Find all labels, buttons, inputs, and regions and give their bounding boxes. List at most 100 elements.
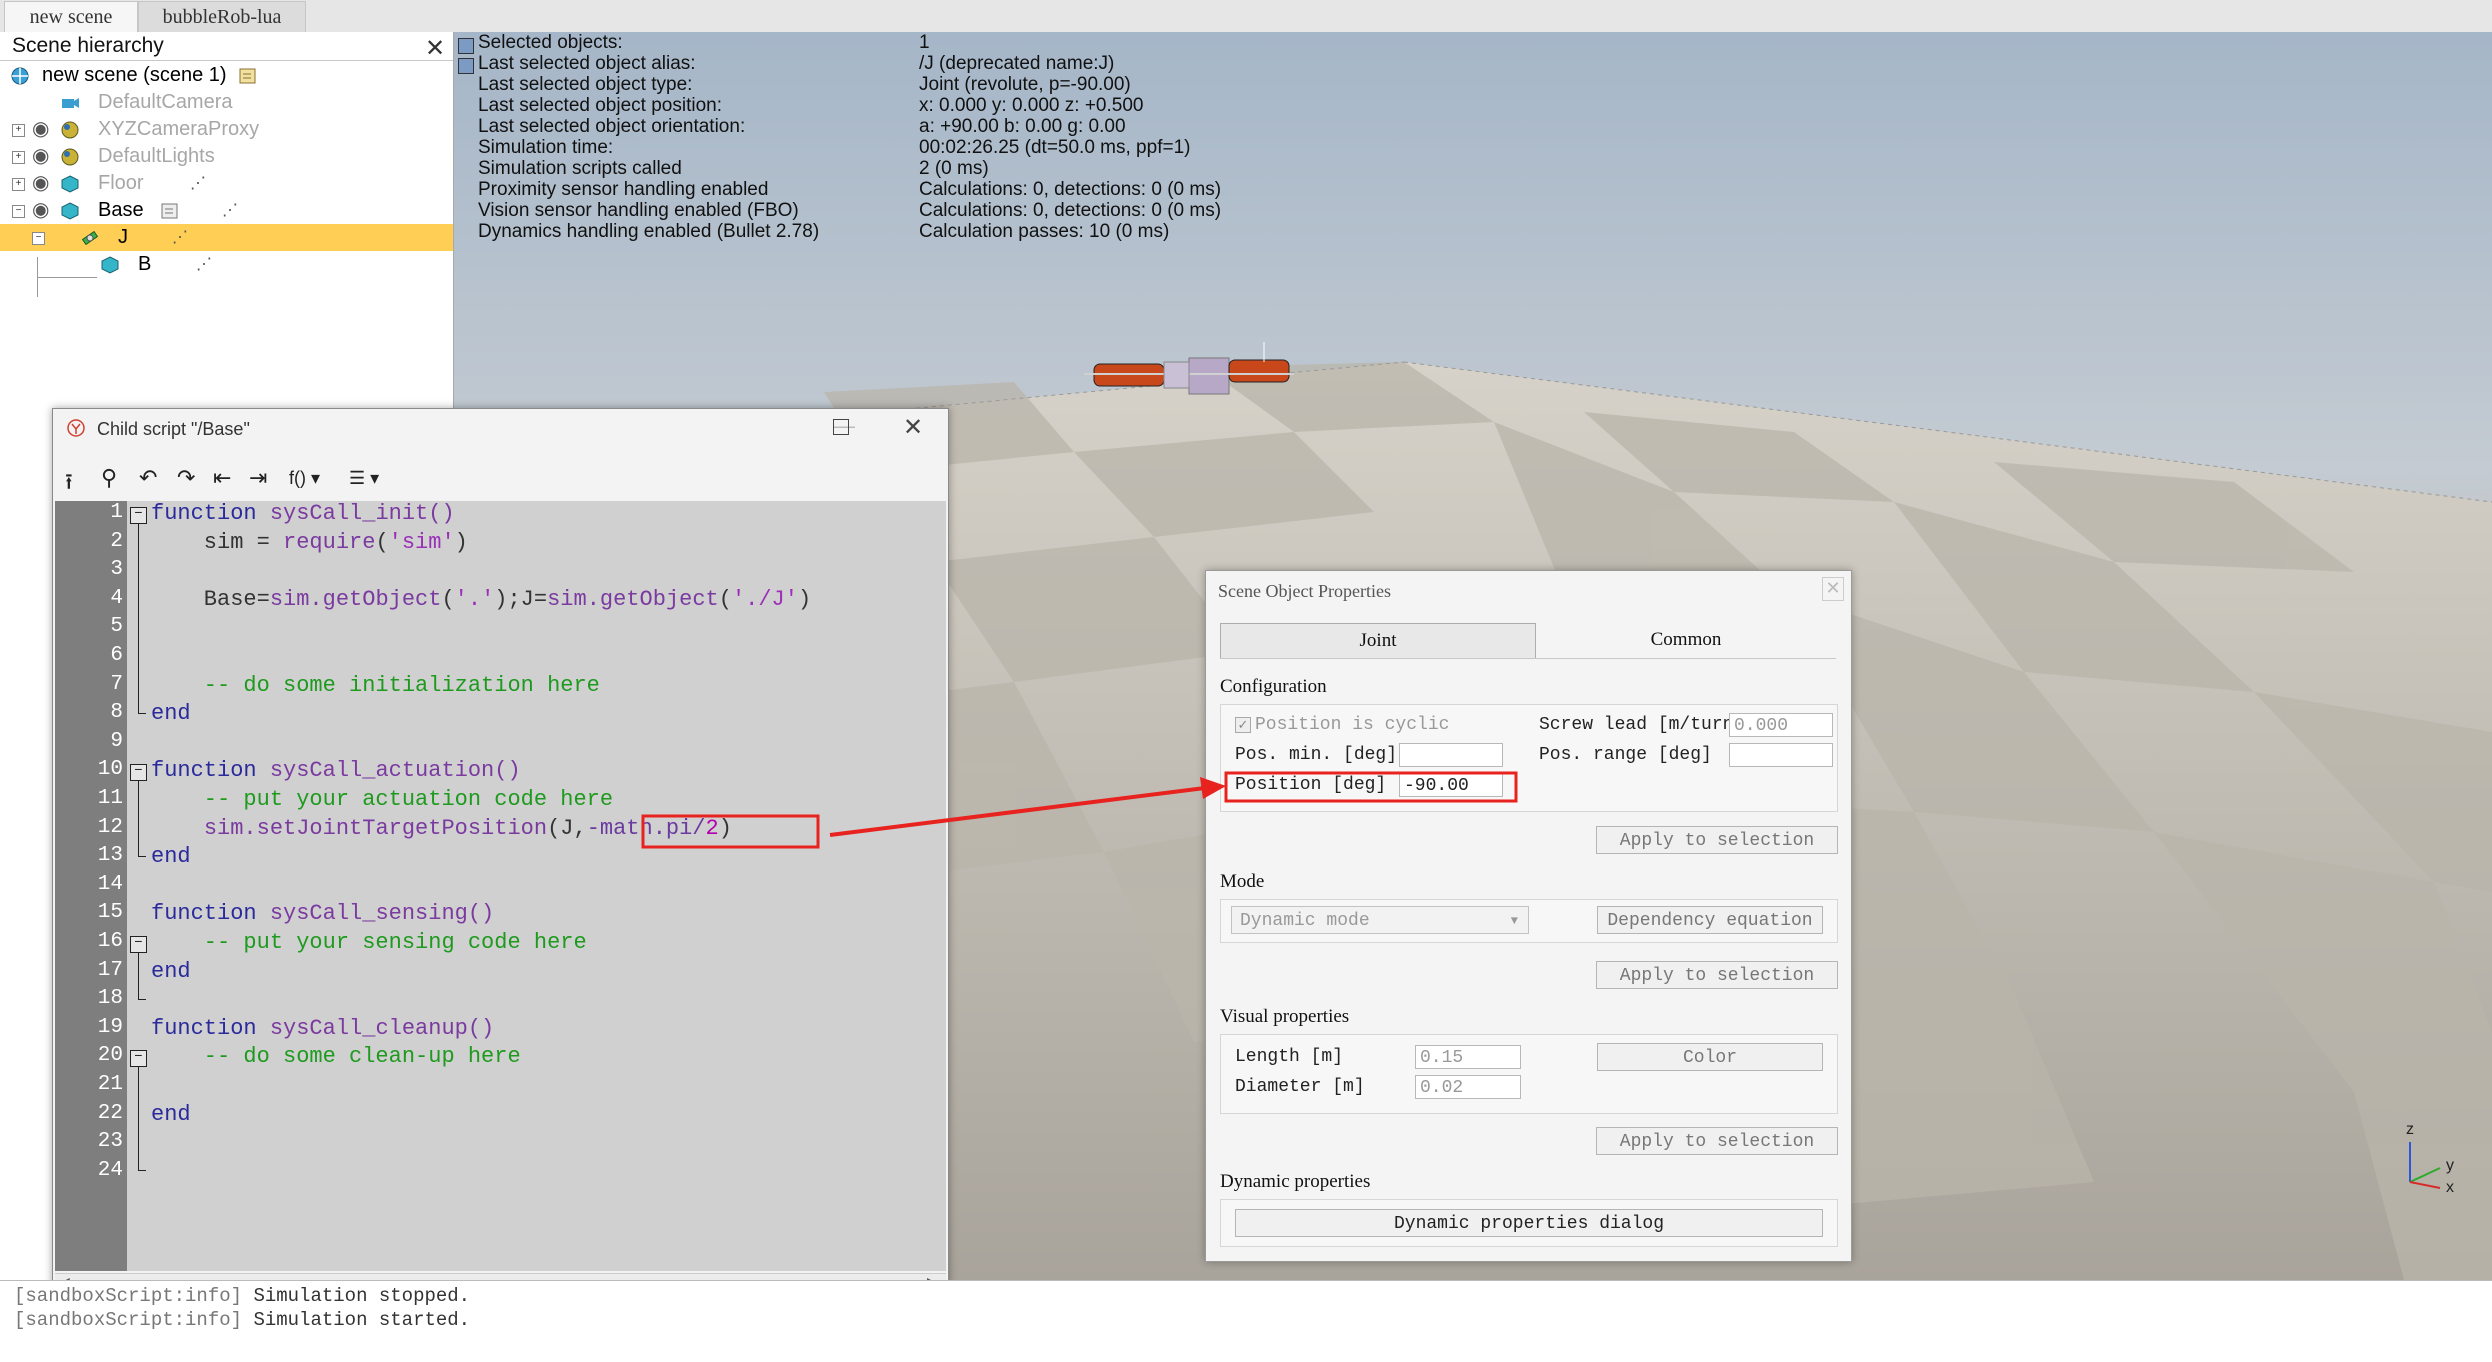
- dynamic-icon: ⋰: [196, 256, 212, 273]
- tree-item-j[interactable]: − J ⋰: [0, 224, 453, 251]
- fold-line: [138, 713, 146, 714]
- pos-range-input[interactable]: [1729, 743, 1833, 767]
- mode-select[interactable]: Dynamic mode ▼: [1231, 906, 1529, 934]
- expand-icon[interactable]: +: [12, 178, 25, 191]
- eye-icon[interactable]: ◉: [32, 170, 49, 197]
- search-icon[interactable]: ⚲: [101, 465, 117, 491]
- close-icon[interactable]: ✕: [1822, 577, 1844, 601]
- tree-item-floor[interactable]: + ◉ Floor ⋰: [0, 170, 453, 197]
- fold-toggle[interactable]: −: [130, 936, 147, 953]
- line-number: 14: [97, 872, 123, 896]
- unindent-icon[interactable]: ⇤: [213, 465, 231, 491]
- expand-icon[interactable]: +: [12, 124, 25, 137]
- cube-icon: [101, 256, 119, 274]
- info-toggle-icon[interactable]: [458, 58, 474, 74]
- tree-item-label: DefaultLights: [98, 145, 215, 167]
- visual-properties-section-title: Visual properties: [1220, 1006, 1350, 1027]
- tree-item-xyzcameraproxy[interactable]: + ◉ XYZCameraProxy: [0, 116, 453, 143]
- line-number: 4: [110, 586, 123, 610]
- code-text: (: [375, 529, 389, 555]
- color-button[interactable]: Color: [1597, 1043, 1823, 1071]
- line-number: 13: [97, 844, 123, 868]
- info-key: Last selected object alias:: [478, 53, 696, 74]
- dependency-equation-button[interactable]: Dependency equation: [1597, 906, 1823, 934]
- apply-to-selection-button[interactable]: Apply to selection: [1596, 961, 1838, 989]
- upload-icon[interactable]: ⭱: [65, 465, 73, 503]
- dynamic-icon: ⋰: [172, 229, 188, 246]
- position-input[interactable]: -90.00: [1399, 773, 1503, 797]
- fold-toggle[interactable]: −: [130, 507, 147, 524]
- cube-icon: [61, 202, 79, 220]
- joint-model[interactable]: [1084, 332, 1294, 412]
- code-line: sim.setJointTargetPosition(J,-math.pi/2): [151, 816, 732, 841]
- fold-toggle[interactable]: −: [130, 764, 147, 781]
- apply-to-selection-button[interactable]: Apply to selection: [1596, 1127, 1838, 1155]
- code-text: Base=: [151, 586, 270, 612]
- code-editor[interactable]: 1 2 3 4 5 6 7 8 9 10 11 12 13 14 15 16 1…: [55, 501, 946, 1271]
- eye-icon[interactable]: ◉: [32, 116, 49, 143]
- expand-icon[interactable]: +: [12, 151, 25, 164]
- pos-min-input[interactable]: [1399, 743, 1503, 767]
- position-cyclic-checkbox[interactable]: ✓: [1235, 717, 1251, 733]
- tree-item-defaultcamera[interactable]: DefaultCamera: [0, 89, 453, 116]
- info-key: Simulation scripts called: [478, 158, 682, 179]
- info-toggle-icon[interactable]: [458, 38, 474, 54]
- eye-icon[interactable]: ◉: [32, 143, 49, 170]
- code-text: (: [441, 586, 455, 612]
- code-line: function sysCall_sensing(): [151, 901, 494, 926]
- close-icon[interactable]: ✕: [425, 34, 445, 63]
- chevron-down-icon: ▼: [1510, 914, 1518, 928]
- maximize-icon[interactable]: [833, 419, 849, 435]
- redo-icon[interactable]: ↷: [177, 465, 195, 491]
- axes-gizmo: z y x: [2406, 1121, 2454, 1196]
- info-key: Simulation time:: [478, 137, 614, 158]
- collapse-icon[interactable]: −: [32, 232, 45, 245]
- tree-item-b[interactable]: B ⋰: [0, 251, 453, 278]
- sphere-icon: [61, 148, 79, 166]
- tab-common[interactable]: Common: [1536, 623, 1836, 657]
- eye-icon[interactable]: ◉: [32, 197, 49, 224]
- info-key: Selected objects:: [478, 32, 623, 53]
- tab-joint[interactable]: Joint: [1220, 623, 1536, 659]
- length-label: Length [m]: [1235, 1047, 1344, 1067]
- diameter-input[interactable]: 0.02: [1415, 1075, 1521, 1099]
- tree-item-label: XYZCameraProxy: [98, 118, 260, 140]
- tab-new-scene[interactable]: new scene: [4, 1, 138, 32]
- function-list-icon[interactable]: f() ▾: [289, 468, 320, 489]
- app-logo-icon: [67, 419, 85, 437]
- code-line: Base=sim.getObject('.');J=sim.getObject(…: [151, 587, 811, 612]
- fold-line: [138, 999, 146, 1000]
- mode-group: Dynamic mode ▼ Dependency equation: [1220, 899, 1838, 943]
- tab-bubblerob-lua[interactable]: bubbleRob-lua: [138, 1, 306, 33]
- configuration-section-title: Configuration: [1220, 676, 1327, 697]
- snippets-icon[interactable]: ☰ ▾: [349, 468, 379, 489]
- tree-item-defaultlights[interactable]: + ◉ DefaultLights: [0, 143, 453, 170]
- info-key: Vision sensor handling enabled (FBO): [478, 200, 799, 221]
- code-function: sysCall_sensing(): [256, 901, 495, 927]
- script-window-title: Child script "/Base": [97, 419, 250, 439]
- info-key: Last selected object type:: [478, 74, 693, 95]
- length-input[interactable]: 0.15: [1415, 1045, 1521, 1069]
- close-icon[interactable]: ✕: [903, 413, 923, 442]
- info-value: Calculation passes: 10 (0 ms): [919, 221, 1170, 242]
- tree-item-scene[interactable]: new scene (scene 1): [0, 62, 453, 89]
- tree-item-base[interactable]: − ◉ Base ⋰: [0, 197, 453, 224]
- apply-to-selection-button[interactable]: Apply to selection: [1596, 826, 1838, 854]
- info-value: Joint (revolute, p=-90.00): [919, 74, 1131, 95]
- pos-range-label: Pos. range [deg]: [1539, 745, 1712, 765]
- script-icon[interactable]: [160, 201, 180, 221]
- screw-lead-input[interactable]: 0.000: [1729, 713, 1833, 737]
- code-comment: -- do some initialization here: [151, 672, 600, 698]
- dynamic-properties-dialog-button[interactable]: Dynamic properties dialog: [1235, 1209, 1823, 1237]
- undo-icon[interactable]: ↶: [139, 465, 157, 491]
- code-string: '.': [454, 586, 495, 612]
- info-key: Last selected object position:: [478, 95, 722, 116]
- scene-hierarchy-title: Scene hierarchy: [12, 34, 164, 57]
- fold-toggle[interactable]: −: [130, 1050, 147, 1067]
- fold-line: [138, 856, 146, 857]
- indent-icon[interactable]: ⇥: [249, 465, 267, 491]
- collapse-icon[interactable]: −: [12, 205, 25, 218]
- line-number: 7: [110, 672, 123, 696]
- code-function: sysCall_init(): [256, 501, 455, 526]
- script-icon[interactable]: [238, 66, 258, 86]
